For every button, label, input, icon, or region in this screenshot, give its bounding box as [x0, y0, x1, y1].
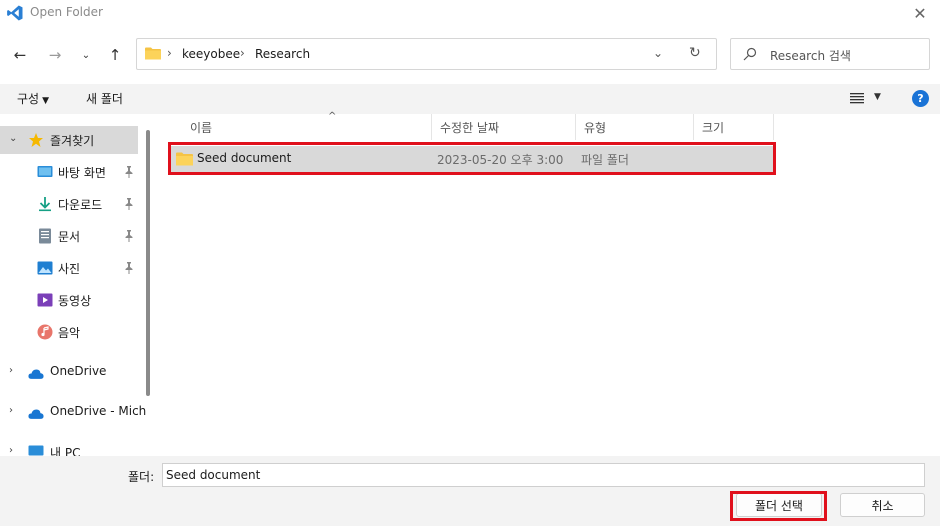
sidebar-item-documents[interactable]: 문서 [0, 222, 138, 250]
sort-ascending-icon: ^ [328, 111, 337, 122]
sidebar-item-label: 내 PC [50, 446, 81, 456]
sidebar-item-label: 음악 [58, 326, 81, 340]
recent-locations-button[interactable]: ⌄ [74, 43, 98, 67]
desktop-icon [37, 166, 53, 177]
sidebar-item-downloads[interactable]: 다운로드 [0, 190, 138, 218]
music-icon [37, 324, 53, 340]
sidebar-item-label: OneDrive - Mich [50, 404, 147, 418]
view-options-caret-icon[interactable]: ▼ [874, 92, 881, 102]
command-toolbar: 구성 ▼ 새 폴더 ▼ ? [0, 84, 940, 114]
selection-highlight-annotation [168, 142, 776, 175]
sidebar-item-desktop[interactable]: 바탕 화면 [0, 158, 138, 186]
breadcrumb-research[interactable]: Research [255, 47, 310, 61]
sidebar-scrollbar[interactable] [146, 130, 150, 396]
refresh-icon[interactable]: ↻ [689, 45, 701, 61]
cloud-icon [28, 409, 44, 419]
breadcrumb-separator-icon: › [167, 46, 172, 60]
cloud-icon [28, 369, 44, 379]
sidebar-item-pictures[interactable]: 사진 [0, 254, 138, 282]
star-icon [29, 133, 43, 147]
button-highlight-annotation [730, 491, 827, 521]
pin-icon[interactable] [124, 230, 134, 242]
arrow-right-icon: → [48, 46, 62, 64]
chevron-right-icon: › [9, 405, 13, 416]
sidebar-item-label: 문서 [58, 230, 81, 244]
column-header-date[interactable]: 수정한 날짜 [432, 114, 576, 140]
sidebar-item-videos[interactable]: 동영상 [0, 286, 138, 314]
chevron-right-icon: › [9, 365, 13, 376]
folder-label: 폴더: [128, 470, 155, 484]
download-icon [39, 197, 51, 212]
caret-down-icon: ▼ [42, 96, 50, 106]
sidebar-item-label: 사진 [58, 262, 81, 276]
computer-icon [28, 445, 44, 456]
folder-name-input[interactable]: Seed document [162, 463, 925, 487]
arrow-up-icon: ↑ [108, 46, 122, 64]
sidebar-item-label: 바탕 화면 [58, 166, 106, 180]
close-button[interactable]: ✕ [900, 0, 940, 26]
help-icon[interactable]: ? [912, 90, 929, 107]
title-bar: Open Folder ✕ [0, 0, 940, 26]
column-header-size[interactable]: 크기 [694, 114, 774, 140]
column-header-type[interactable]: 유형 [576, 114, 694, 140]
search-box[interactable]: Research 검색 [730, 38, 930, 70]
sidebar-item-favorites[interactable]: ⌄ 즐겨찾기 [0, 126, 138, 154]
breadcrumb-keeyobee[interactable]: keeyobee [182, 47, 240, 61]
window-title: Open Folder [30, 5, 103, 19]
sidebar-item-this-pc[interactable]: › 내 PC [0, 438, 138, 456]
picture-icon [37, 261, 53, 275]
vscode-icon [7, 5, 23, 21]
organize-label: 구성 [17, 92, 40, 106]
sidebar-item-label: 즐겨찾기 [50, 134, 95, 148]
search-input[interactable]: Research 검색 [770, 47, 851, 64]
chevron-down-icon: ⌄ [9, 133, 18, 144]
new-folder-button[interactable]: 새 폴더 [86, 90, 123, 107]
folder-icon [145, 47, 161, 60]
up-button[interactable]: ↑ [103, 43, 127, 67]
sidebar-item-onedrive[interactable]: › OneDrive [0, 358, 138, 386]
cancel-button[interactable]: 취소 [840, 493, 925, 517]
navigation-pane: ⌄ 즐겨찾기 바탕 화면 다운로드 문서 사진 동영상 음악 › OneDriv… [0, 114, 150, 456]
sidebar-item-music[interactable]: 음악 [0, 318, 138, 346]
sidebar-item-onedrive-business[interactable]: › OneDrive - Mich [0, 398, 146, 426]
breadcrumb-separator-icon: › [240, 46, 245, 60]
close-icon: ✕ [913, 3, 927, 23]
view-list-icon[interactable] [850, 92, 864, 104]
chevron-down-icon: ⌄ [81, 49, 91, 61]
document-icon [39, 228, 51, 244]
column-header-name[interactable]: ^ 이름 [182, 111, 432, 140]
organize-button[interactable]: 구성 ▼ [17, 90, 49, 107]
sidebar-item-label: 동영상 [58, 294, 92, 308]
pin-icon[interactable] [124, 262, 134, 274]
sidebar-item-label: OneDrive [50, 364, 107, 378]
navigation-bar: ← → ⌄ ↑ › keeyobee › Research ⌄ ↻ Resear… [0, 26, 940, 84]
search-icon [743, 47, 757, 61]
pin-icon[interactable] [124, 166, 134, 178]
sidebar-item-label: 다운로드 [58, 198, 103, 212]
forward-button[interactable]: → [43, 43, 67, 67]
chevron-right-icon: › [9, 445, 13, 456]
video-icon [37, 293, 53, 307]
arrow-left-icon: ← [13, 46, 27, 64]
back-button[interactable]: ← [8, 43, 32, 67]
address-dropdown-icon[interactable]: ⌄ [653, 46, 663, 60]
address-bar[interactable]: › keeyobee › Research ⌄ ↻ [136, 38, 717, 70]
pin-icon[interactable] [124, 198, 134, 210]
